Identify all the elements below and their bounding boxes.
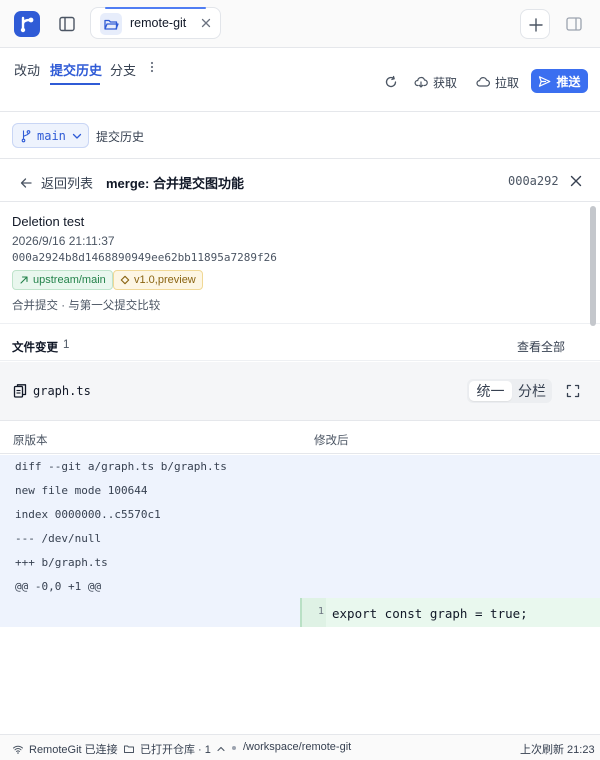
folder-icon (124, 745, 134, 753)
close-icon[interactable] (199, 16, 213, 30)
diff-view-toggle: 统一 分栏 (467, 379, 552, 403)
original-column-label: 原版本 (13, 435, 48, 447)
diff-meta-line: diff --git a/graph.ts b/graph.ts (15, 460, 227, 473)
cloud-download-icon (414, 76, 428, 88)
pull-button[interactable]: 拉取 (476, 72, 519, 92)
diff-body: diff --git a/graph.ts b/graph.ts new fil… (0, 455, 600, 627)
commit-hash[interactable]: 000a2924b8d1468890949ee62bb11895a7289f26 (12, 251, 277, 264)
cloud-icon (476, 77, 490, 87)
arrow-left-icon (20, 177, 32, 188)
file-name: graph.ts (33, 384, 91, 398)
new-tab-button[interactable] (520, 9, 550, 39)
open-repos-label: 已打开仓库 · 1 (140, 744, 211, 756)
tag-ref-badge: v1.0,preview (113, 270, 203, 290)
back-to-list-button[interactable]: 返回列表 (19, 173, 93, 192)
modified-column-label: 修改后 (314, 435, 349, 447)
push-label: 推送 (556, 74, 581, 89)
chevron-down-icon (72, 133, 82, 139)
active-tab-indicator (50, 83, 100, 85)
file-changes-header: 文件变更 1 查看全部 (0, 325, 600, 361)
refresh-icon[interactable] (383, 74, 399, 90)
commit-info: Deletion test 2026/9/16 21:11:37 000a292… (0, 203, 600, 324)
commit-detail-header: 返回列表 merge: 合并提交图功能 000a292 (0, 160, 600, 202)
fetch-label: 获取 (433, 75, 458, 90)
branch-selector[interactable]: main (12, 123, 89, 148)
split-view-button[interactable]: 分栏 (514, 381, 550, 401)
breadcrumb: 提交历史 (96, 130, 145, 144)
title-bar: remote-git (0, 0, 600, 48)
git-branch-icon (21, 129, 31, 142)
close-icon[interactable] (569, 174, 583, 188)
more-vertical-icon[interactable] (146, 59, 158, 75)
diff-meta-line: index 0000000..c5570c1 (15, 508, 161, 521)
diff-column-header: 原版本 修改后 (0, 422, 600, 454)
sidebar-toggle-icon[interactable] (56, 13, 78, 35)
commit-date: 2026/9/16 21:11:37 (12, 234, 115, 248)
diff-meta-line: +++ b/graph.ts (15, 556, 108, 569)
upstream-ref-label: upstream/main (33, 274, 106, 286)
send-icon (539, 75, 551, 87)
separator-dot (232, 746, 236, 750)
line-number: 1 (318, 606, 325, 617)
connection-status[interactable]: RemoteGit 已连接 (12, 741, 118, 757)
workspace-path: /workspace/remote-git (243, 741, 352, 753)
branch-logo-icon[interactable] (14, 11, 40, 37)
panel-right-icon[interactable] (565, 15, 583, 33)
added-code: export const graph = true; (332, 606, 528, 621)
commit-title: merge: 合并提交图功能 (106, 176, 244, 191)
tab-label: remote-git (130, 16, 187, 30)
last-refresh: 上次刷新 21:23 (520, 744, 595, 756)
view-all-link[interactable]: 查看全部 (517, 338, 565, 355)
chevron-up-icon (217, 746, 225, 752)
upstream-ref-badge: upstream/main (12, 270, 113, 290)
diff-hunk-header: @@ -0,0 +1 @@ (15, 580, 102, 593)
tab-branches[interactable]: 分支 (110, 60, 136, 79)
tab-remote-git[interactable]: remote-git (90, 7, 221, 39)
commit-message: Deletion test (12, 214, 85, 229)
nav-bar: 改动 提交历史 分支 获取 拉取 推送 (0, 49, 600, 112)
wifi-icon (13, 745, 23, 754)
open-repos-status[interactable]: 已打开仓库 · 1 (123, 741, 226, 757)
fetch-button[interactable]: 获取 (414, 72, 457, 92)
folder-open-icon (100, 13, 122, 35)
unified-view-button[interactable]: 统一 (469, 381, 512, 401)
tag-ref-label: v1.0,preview (134, 274, 196, 286)
tag-icon (120, 275, 130, 285)
connection-label: RemoteGit 已连接 (29, 744, 118, 756)
expand-icon[interactable] (566, 384, 580, 398)
file-changes-count: 1 (63, 339, 70, 351)
plus-icon (529, 18, 543, 32)
pull-label: 拉取 (495, 75, 520, 90)
tab-commit-history[interactable]: 提交历史 (50, 60, 102, 79)
file-bar: graph.ts 统一 分栏 (0, 362, 600, 421)
file-copy-icon (13, 383, 27, 399)
back-label: 返回列表 (41, 176, 94, 191)
tab-changes[interactable]: 改动 (14, 60, 40, 79)
scrollbar[interactable] (590, 206, 596, 326)
diff-added-line: 1 export const graph = true; (300, 598, 600, 627)
line-number-gutter: 1 (300, 598, 326, 627)
file-changes-title: 文件变更 (12, 342, 58, 354)
arrow-up-right-icon (20, 276, 28, 284)
diff-meta-line: --- /dev/null (15, 532, 102, 545)
status-bar: RemoteGit 已连接 已打开仓库 · 1 /workspace/remot… (0, 734, 600, 760)
push-button[interactable]: 推送 (531, 69, 588, 93)
commit-short-hash[interactable]: 000a292 (508, 174, 559, 188)
commit-compare-note: 合并提交 · 与第一父提交比较 (12, 300, 161, 312)
branch-name: main (37, 128, 66, 143)
branch-row: main 提交历史 (0, 112, 600, 159)
diff-meta-line: new file mode 100644 (15, 484, 148, 497)
